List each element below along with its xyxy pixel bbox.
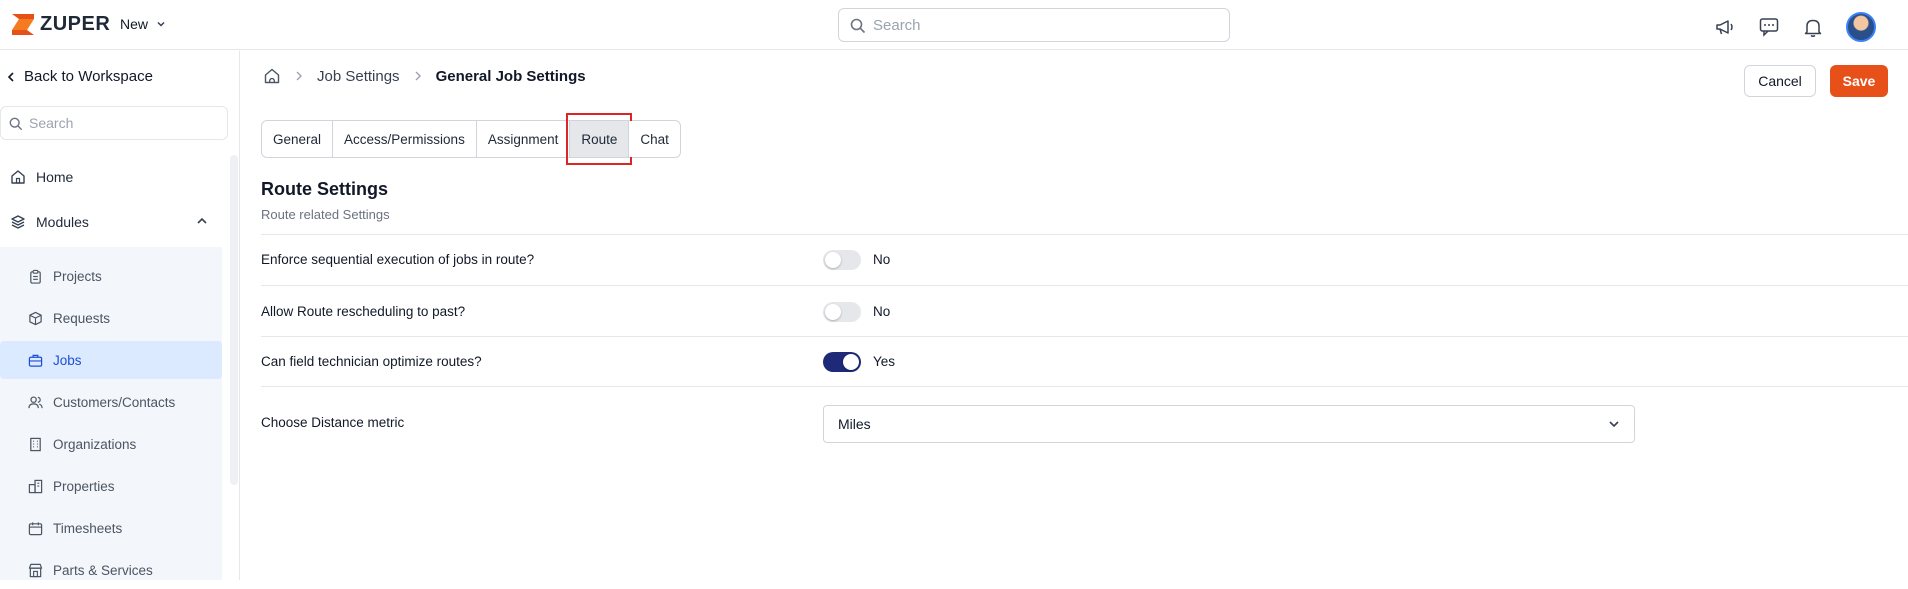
sidebar-item-modules[interactable]: Modules	[0, 203, 220, 241]
chevron-left-icon	[7, 71, 14, 82]
sidebar-scrollbar[interactable]	[230, 155, 238, 485]
calendar-icon	[28, 521, 43, 535]
sidebar-item-label: Parts & Services	[53, 562, 153, 578]
sidebar-item-jobs[interactable]: Jobs	[0, 341, 222, 379]
toggle-state-label: No	[873, 304, 891, 319]
back-to-workspace-label: Back to Workspace	[24, 68, 153, 85]
breadcrumb: Job Settings General Job Settings	[263, 67, 586, 85]
tab-chat[interactable]: Chat	[629, 121, 680, 157]
sidebar-item-label: Requests	[53, 310, 111, 326]
setting-row-distance: Choose Distance metric Miles	[261, 386, 1908, 456]
chevron-down-icon	[1609, 421, 1619, 428]
sidebar-search[interactable]	[0, 106, 228, 140]
logo[interactable]: ZUPER	[10, 11, 110, 37]
sidebar-item-customers-contacts[interactable]: Customers/Contacts	[0, 383, 222, 421]
chevron-right-icon	[415, 71, 421, 81]
zuper-logo-icon	[12, 14, 34, 35]
clipboard-icon	[30, 269, 41, 284]
toggle-state-label: Yes	[873, 354, 896, 369]
layers-icon	[11, 215, 25, 229]
tab-general[interactable]: General	[262, 121, 334, 157]
sidebar-item-label: Timesheets	[53, 520, 123, 536]
sidebar-item-label: Customers/Contacts	[53, 394, 176, 410]
sidebar-item-home[interactable]: Home	[0, 158, 220, 196]
global-search[interactable]	[838, 8, 1230, 42]
sidebar-search-input[interactable]	[29, 115, 227, 131]
toggle-state-label: No	[873, 252, 891, 267]
setting-label: Enforce sequential execution of jobs in …	[261, 252, 535, 267]
section-subtitle: Route related Settings	[261, 207, 390, 222]
chevron-right-icon	[296, 71, 302, 81]
logo-text: ZUPER	[40, 12, 111, 35]
save-button[interactable]: Save	[1830, 65, 1888, 97]
briefcase-icon	[28, 354, 43, 367]
bell-icon[interactable]	[1802, 16, 1824, 38]
sidebar: Back to Workspace Home Modules Projects …	[0, 51, 240, 580]
breadcrumb-current: General Job Settings	[435, 67, 586, 85]
new-menu-button[interactable]: New	[120, 16, 166, 32]
search-icon	[850, 18, 866, 34]
tab-access-permissions[interactable]: Access/Permissions	[333, 121, 477, 157]
sidebar-item-timesheets[interactable]: Timesheets	[0, 509, 222, 547]
optimize-routes-toggle[interactable]	[823, 352, 861, 372]
cancel-button[interactable]: Cancel	[1744, 65, 1816, 97]
sidebar-item-label: Projects	[53, 268, 102, 284]
chevron-up-icon[interactable]	[196, 216, 208, 226]
setting-label: Can field technician optimize routes?	[261, 354, 482, 369]
sidebar-item-label: Home	[36, 169, 74, 185]
sidebar-item-label: Jobs	[53, 352, 82, 368]
chat-icon[interactable]	[1758, 16, 1780, 38]
distance-metric-select[interactable]: Miles	[823, 405, 1635, 443]
setting-row-sequential: Enforce sequential execution of jobs in …	[261, 234, 1908, 285]
sidebar-item-label: Properties	[53, 478, 115, 494]
home-icon	[11, 170, 25, 184]
new-menu-label: New	[120, 16, 149, 32]
property-icon	[28, 479, 43, 493]
chevron-down-icon	[157, 21, 165, 27]
sidebar-item-organizations[interactable]: Organizations	[0, 425, 222, 463]
user-avatar[interactable]	[1846, 12, 1876, 42]
sidebar-item-requests[interactable]: Requests	[0, 299, 222, 337]
top-icons	[1714, 12, 1876, 42]
global-search-input[interactable]	[873, 16, 1229, 34]
top-bar: ZUPER New	[0, 0, 1908, 50]
reschedule-past-toggle[interactable]	[823, 302, 861, 322]
setting-row-reschedule: Allow Route rescheduling to past? No	[261, 285, 1908, 336]
back-to-workspace-link[interactable]: Back to Workspace	[6, 68, 153, 85]
building-icon	[30, 437, 41, 451]
sidebar-item-label: Modules	[36, 214, 89, 230]
sidebar-item-label: Organizations	[53, 436, 137, 452]
section-title: Route Settings	[261, 179, 389, 199]
setting-label: Choose Distance metric	[261, 415, 405, 430]
home-icon[interactable]	[263, 67, 281, 85]
sidebar-item-properties[interactable]: Properties	[0, 467, 222, 505]
box-icon	[29, 311, 42, 325]
setting-label: Allow Route rescheduling to past?	[261, 304, 466, 319]
toggle-knob	[843, 354, 859, 370]
tab-route[interactable]: Route	[566, 113, 633, 165]
toggle-knob	[825, 304, 841, 320]
distance-metric-value: Miles	[838, 416, 871, 432]
sidebar-item-projects[interactable]: Projects	[0, 257, 222, 295]
search-icon	[9, 117, 23, 131]
settings-tabs: General Access/Permissions Assignment Ro…	[261, 113, 681, 165]
setting-row-optimize: Can field technician optimize routes? Ye…	[261, 336, 1908, 386]
main-content: Job Settings General Job Settings Cancel…	[241, 51, 1908, 580]
sequential-toggle[interactable]	[823, 250, 861, 270]
breadcrumb-job-settings[interactable]: Job Settings	[317, 68, 400, 85]
toggle-knob	[825, 252, 841, 268]
modules-list: Projects Requests Jobs Customers/Contact…	[0, 247, 222, 580]
sidebar-item-parts-services[interactable]: Parts & Services	[0, 551, 222, 589]
tab-assignment[interactable]: Assignment	[476, 121, 571, 157]
users-icon	[28, 395, 43, 408]
megaphone-icon[interactable]	[1714, 16, 1736, 38]
store-icon	[28, 563, 43, 577]
